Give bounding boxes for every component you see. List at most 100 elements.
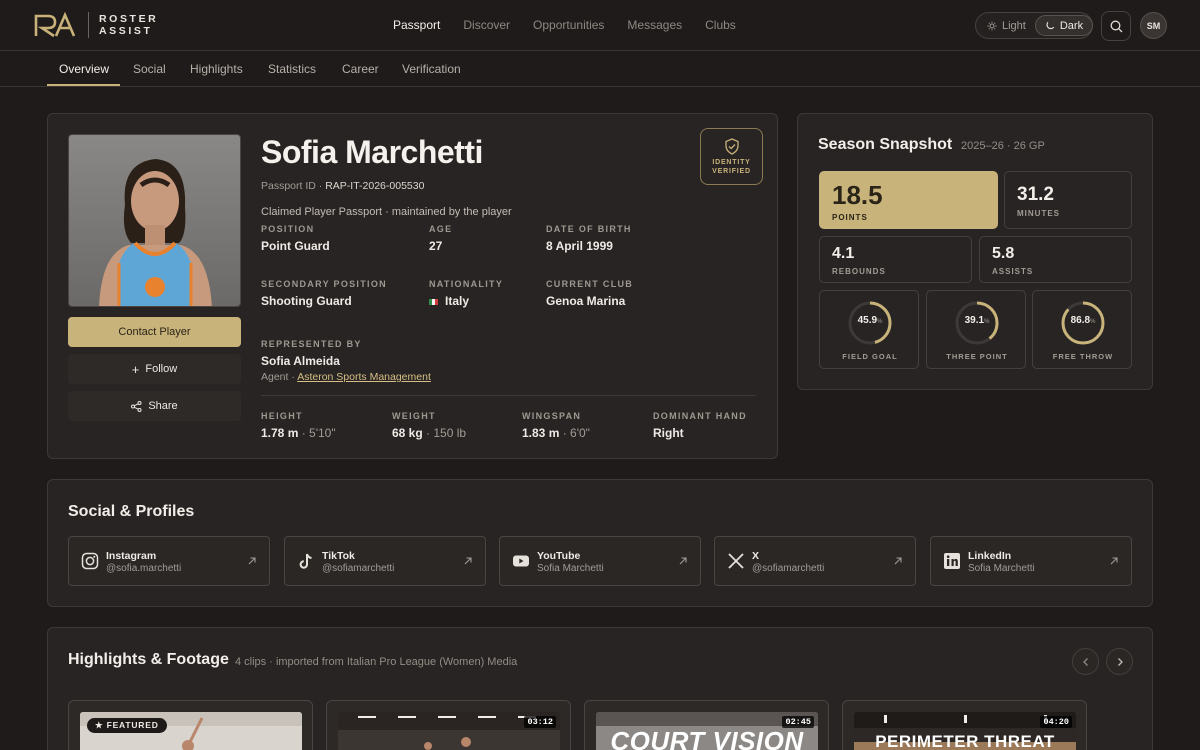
logo-divider <box>88 12 89 38</box>
highlight-clip[interactable]: 03:12 <box>326 700 571 750</box>
clip-duration: 04:20 <box>1040 716 1072 728</box>
share-button[interactable]: Share <box>68 391 241 421</box>
player-name: Sofia Marchetti <box>261 134 483 170</box>
italy-flag-icon <box>429 298 438 305</box>
plus-icon: + <box>131 361 140 377</box>
divider <box>261 395 756 396</box>
highlights-subtitle: 4 clips · imported from Italian Pro Leag… <box>235 656 518 668</box>
clip-thumbnail: PERIMETER THREAT 04:20 <box>854 712 1076 750</box>
contact-player-button[interactable]: Contact Player <box>68 317 241 347</box>
nav-discover[interactable]: Discover <box>463 18 510 32</box>
highlight-clip[interactable]: COURT VISION 02:45 <box>584 700 829 750</box>
moon-icon <box>1046 21 1055 29</box>
nav-clubs[interactable]: Clubs <box>705 18 736 32</box>
social-title: Social & Profiles <box>68 503 195 520</box>
tab-overview[interactable]: Overview <box>59 62 109 76</box>
search-icon <box>1110 20 1122 32</box>
tiktok-icon <box>299 553 312 569</box>
featured-badge: ★ FEATURED <box>87 718 167 733</box>
passport-id: Passport ID · RAP-IT-2026-005530 <box>261 180 425 192</box>
identity-verified-badge: IDENTITY VERIFIED <box>700 128 763 185</box>
stat-three-point: 39.1% THREE POINT <box>926 290 1026 369</box>
clip-thumbnail: COURT VISION 02:45 <box>596 712 818 750</box>
clip-thumbnail: ★ FEATURED <box>80 712 302 750</box>
chevron-left-icon <box>1082 657 1088 666</box>
logo-mark-icon <box>34 12 76 38</box>
profile-tabs: Overview Social Highlights Statistics Ca… <box>0 51 1200 87</box>
stat-field-goal: 45.9% FIELD GOAL <box>819 290 919 369</box>
claimed-note: Claimed Player Passport · maintained by … <box>261 206 512 218</box>
brand-logo[interactable]: ROSTER ASSIST <box>34 12 158 38</box>
highlight-clip[interactable]: ★ FEATURED <box>68 700 313 750</box>
top-bar: ROSTER ASSIST Passport Discover Opportun… <box>0 0 1200 51</box>
stat-minutes: 31.2 MINUTES <box>1004 171 1132 229</box>
brand-name: ROSTER ASSIST <box>99 13 159 37</box>
season-snapshot-card: Season Snapshot 2025–26 · 26 GP 18.5 POI… <box>797 113 1153 390</box>
field-wingspan: WINGSPAN 1.83 m · 6'0" <box>522 411 590 440</box>
follow-label: Follow <box>145 363 178 375</box>
share-icon <box>131 400 142 412</box>
tab-verification[interactable]: Verification <box>402 62 461 76</box>
highlights-prev-button[interactable] <box>1072 648 1099 675</box>
nav-passport[interactable]: Passport <box>393 18 440 32</box>
field-position: POSITION Point Guard <box>261 224 330 253</box>
clip-duration: 03:12 <box>524 716 556 728</box>
stat-free-throw: 86.8% FREE THROW <box>1032 290 1132 369</box>
social-link-linkedin[interactable]: LinkedIn Sofia Marchetti <box>930 536 1132 586</box>
nav-opportunities[interactable]: Opportunities <box>533 18 604 32</box>
field-date-of-birth: DATE OF BIRTH 8 April 1999 <box>546 224 632 253</box>
field-current-club: CURRENT CLUB Genoa Marina <box>546 279 634 308</box>
agency-link[interactable]: Asteron Sports Management <box>297 371 431 383</box>
social-link-tiktok[interactable]: TikTok @sofiamarchetti <box>284 536 486 586</box>
tab-statistics[interactable]: Statistics <box>268 62 316 76</box>
highlights-title: Highlights & Footage <box>68 651 229 668</box>
nav-messages[interactable]: Messages <box>627 18 682 32</box>
external-link-icon <box>464 557 472 565</box>
theme-dark-button[interactable]: Dark <box>1034 15 1094 36</box>
social-link-instagram[interactable]: Instagram @sofia.marchetti <box>68 536 270 586</box>
field-nationality: NATIONALITY Italy <box>429 279 504 308</box>
share-label: Share <box>148 400 178 412</box>
theme-dark-label: Dark <box>1059 19 1084 32</box>
tab-highlights[interactable]: Highlights <box>190 62 243 76</box>
clip-duration: 02:45 <box>782 716 814 728</box>
tab-social[interactable]: Social <box>133 62 166 76</box>
external-link-icon <box>894 557 902 565</box>
external-link-icon <box>679 557 687 565</box>
field-height: HEIGHT 1.78 m · 5'10" <box>261 411 336 440</box>
clip-thumbnail: 03:12 <box>338 712 560 750</box>
snapshot-title: Season Snapshot <box>818 136 953 153</box>
theme-toggle: Light Dark <box>975 12 1094 39</box>
tab-career[interactable]: Career <box>342 62 379 76</box>
theme-light-button[interactable]: Light <box>978 15 1035 36</box>
field-secondary-position: SECONDARY POSITION Shooting Guard <box>261 279 387 308</box>
user-avatar[interactable]: SM <box>1140 12 1167 39</box>
instagram-icon <box>81 552 99 570</box>
field-dominant-hand: DOMINANT HAND Right <box>653 411 747 440</box>
profile-card: Contact Player + Follow Share Sofia Marc… <box>47 113 778 459</box>
follow-button[interactable]: + Follow <box>68 354 241 384</box>
field-weight: WEIGHT 68 kg · 150 lb <box>392 411 467 440</box>
external-link-icon <box>248 557 256 565</box>
highlight-clip[interactable]: PERIMETER THREAT 04:20 <box>842 700 1087 750</box>
clip-title: PERIMETER THREAT <box>875 732 1055 750</box>
stat-points: 18.5 POINTS <box>819 171 998 229</box>
stat-assists: 5.8 ASSISTS <box>979 236 1132 283</box>
theme-light-label: Light <box>1002 19 1026 32</box>
social-link-youtube[interactable]: YouTube Sofia Marchetti <box>499 536 701 586</box>
snapshot-season: 2025–26 · 26 GP <box>961 140 1045 152</box>
social-link-x[interactable]: X @sofiamarchetti <box>714 536 916 586</box>
linkedin-icon <box>944 553 960 569</box>
x-icon <box>728 553 744 569</box>
highlights-next-button[interactable] <box>1106 648 1133 675</box>
main-nav: Passport Discover Opportunities Messages… <box>393 18 759 32</box>
player-photo <box>68 134 241 307</box>
active-tab-indicator <box>47 84 120 86</box>
youtube-icon <box>513 555 529 567</box>
shield-check-icon <box>724 137 739 155</box>
clip-title: COURT VISION <box>610 726 804 750</box>
social-profiles-card: Social & Profiles Instagram @sofia.march… <box>47 479 1153 607</box>
field-represented-by: REPRESENTED BY Sofia Almeida Agent · Ast… <box>261 339 431 383</box>
chevron-right-icon <box>1117 657 1123 666</box>
search-button[interactable] <box>1101 11 1131 41</box>
